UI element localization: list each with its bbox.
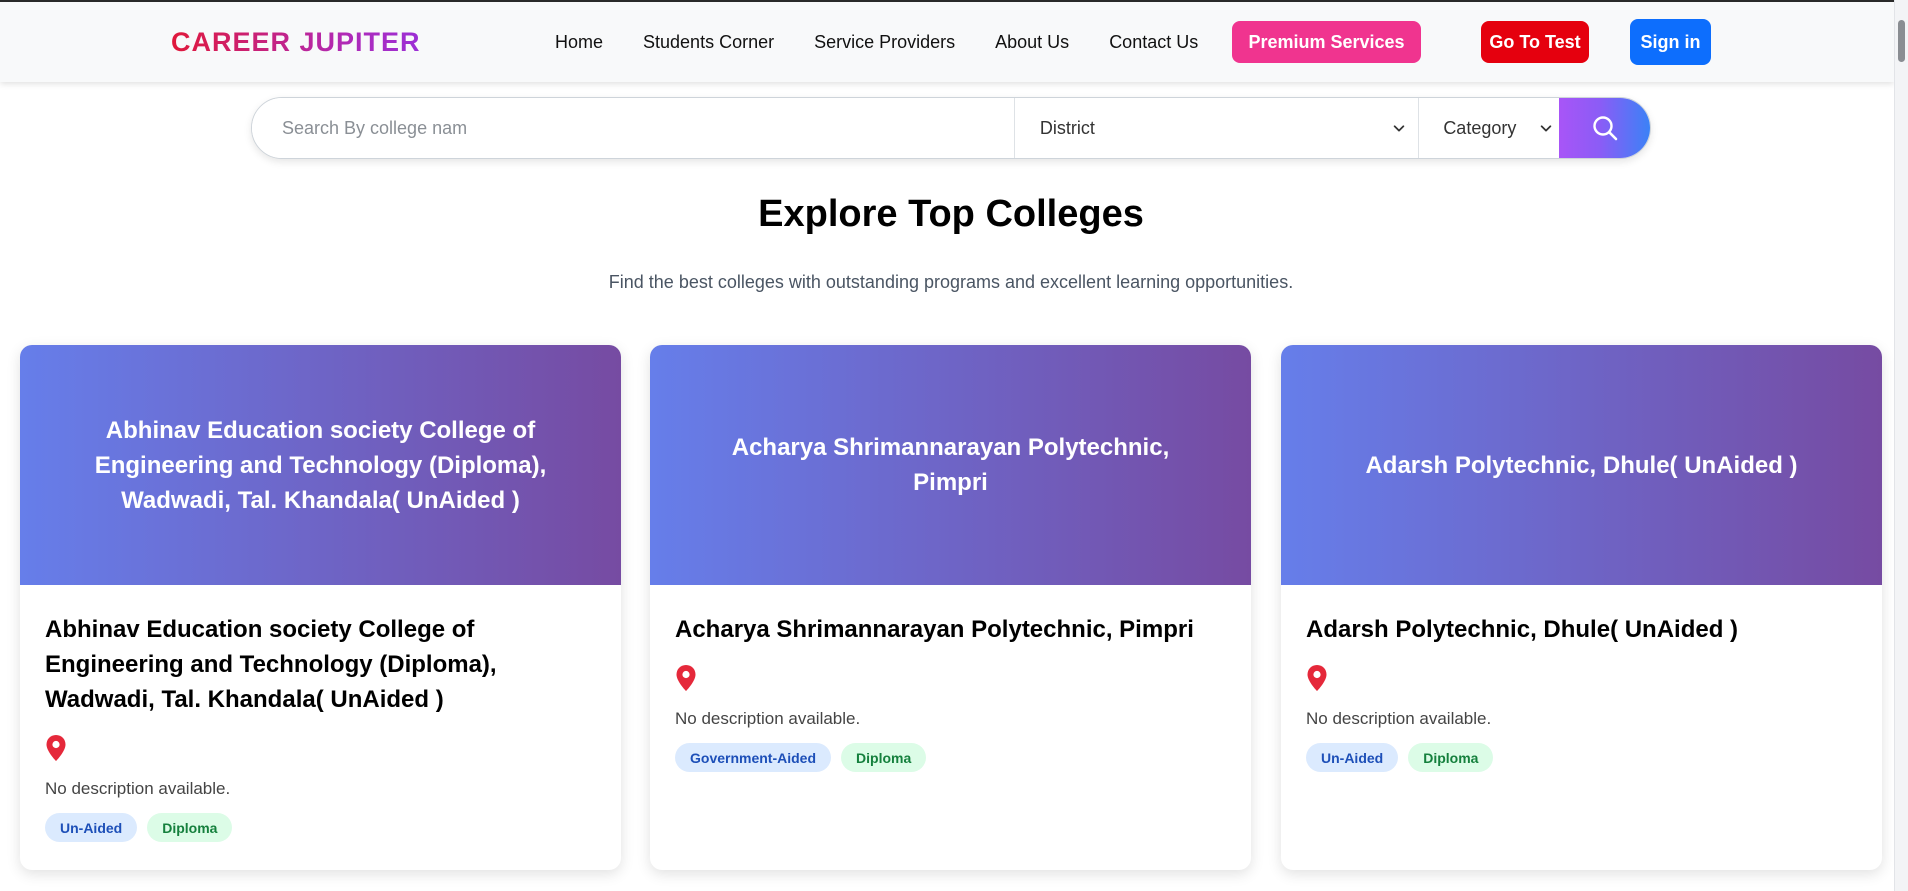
college-level-badge: Diploma bbox=[1408, 743, 1494, 772]
college-card-banner: Adarsh Polytechnic, Dhule( UnAided ) bbox=[1281, 345, 1882, 585]
search-button[interactable] bbox=[1559, 98, 1650, 158]
college-level-badge: Diploma bbox=[147, 813, 233, 842]
page-subtitle: Find the best colleges with outstanding … bbox=[608, 272, 1294, 292]
location-pin-wrapper bbox=[45, 734, 596, 762]
map-pin-icon bbox=[1307, 665, 1327, 691]
college-card-description: No description available. bbox=[45, 779, 231, 798]
category-select[interactable]: Category bbox=[1418, 98, 1559, 158]
college-type-badge: Un-Aided bbox=[1306, 743, 1399, 772]
nav-link-service-providers[interactable]: Service Providers bbox=[814, 32, 955, 53]
nav-link-contact-us[interactable]: Contact Us bbox=[1109, 32, 1198, 53]
college-type-badge: Government-Aided bbox=[675, 743, 832, 772]
college-card-description: No description available. bbox=[1306, 709, 1492, 728]
location-pin-wrapper bbox=[1306, 664, 1857, 692]
page-title: Explore Top Colleges bbox=[758, 193, 1144, 235]
navbar: CAREER JUPITER Home Students Corner Serv… bbox=[0, 2, 1894, 82]
nav-link-about-us[interactable]: About Us bbox=[995, 32, 1069, 53]
college-card[interactable]: Abhinav Education society College of Eng… bbox=[20, 345, 621, 870]
category-select-label: Category bbox=[1443, 117, 1517, 138]
nav-links: Home Students Corner Service Providers A… bbox=[555, 2, 1238, 82]
college-card[interactable]: Adarsh Polytechnic, Dhule( UnAided ) Ada… bbox=[1281, 345, 1882, 870]
college-card-body: Adarsh Polytechnic, Dhule( UnAided ) No … bbox=[1281, 585, 1882, 772]
go-to-test-button[interactable]: Go To Test bbox=[1481, 21, 1589, 63]
college-card-tags: Government-Aided Diploma bbox=[675, 743, 1226, 772]
chevron-down-icon bbox=[1394, 125, 1405, 132]
premium-services-button[interactable]: Premium Services bbox=[1232, 21, 1421, 63]
college-card-tags: Un-Aided Diploma bbox=[45, 813, 596, 842]
college-card[interactable]: Acharya Shrimannarayan Polytechnic, Pimp… bbox=[650, 345, 1251, 870]
college-card-body: Acharya Shrimannarayan Polytechnic, Pimp… bbox=[650, 585, 1251, 772]
nav-link-students-corner[interactable]: Students Corner bbox=[643, 32, 774, 53]
scrollbar-thumb[interactable] bbox=[1898, 20, 1905, 62]
college-card-banner: Acharya Shrimannarayan Polytechnic, Pimp… bbox=[650, 345, 1251, 585]
search-bar: District Category bbox=[251, 97, 1651, 159]
college-card-title[interactable]: Abhinav Education society College of Eng… bbox=[45, 612, 596, 717]
brand-logo[interactable]: CAREER JUPITER bbox=[171, 27, 421, 58]
search-input[interactable] bbox=[252, 98, 1014, 158]
college-card-body: Abhinav Education society College of Eng… bbox=[20, 585, 621, 842]
college-card-tags: Un-Aided Diploma bbox=[1306, 743, 1857, 772]
search-icon bbox=[1592, 116, 1617, 141]
district-select[interactable]: District bbox=[1013, 98, 1418, 158]
location-pin-wrapper bbox=[675, 664, 1226, 692]
nav-link-home[interactable]: Home bbox=[555, 32, 603, 53]
college-card-banner: Abhinav Education society College of Eng… bbox=[20, 345, 621, 585]
college-card-title[interactable]: Adarsh Polytechnic, Dhule( UnAided ) bbox=[1306, 612, 1857, 647]
map-pin-icon bbox=[46, 735, 66, 761]
college-level-badge: Diploma bbox=[841, 743, 927, 772]
sign-in-button[interactable]: Sign in bbox=[1630, 19, 1711, 65]
map-pin-icon bbox=[676, 665, 696, 691]
college-card-description: No description available. bbox=[675, 709, 861, 728]
college-type-badge: Un-Aided bbox=[45, 813, 138, 842]
page-scrollbar[interactable] bbox=[1894, 0, 1908, 891]
district-select-label: District bbox=[1039, 117, 1095, 138]
chevron-down-icon bbox=[1540, 125, 1552, 132]
college-card-title[interactable]: Acharya Shrimannarayan Polytechnic, Pimp… bbox=[675, 612, 1226, 647]
